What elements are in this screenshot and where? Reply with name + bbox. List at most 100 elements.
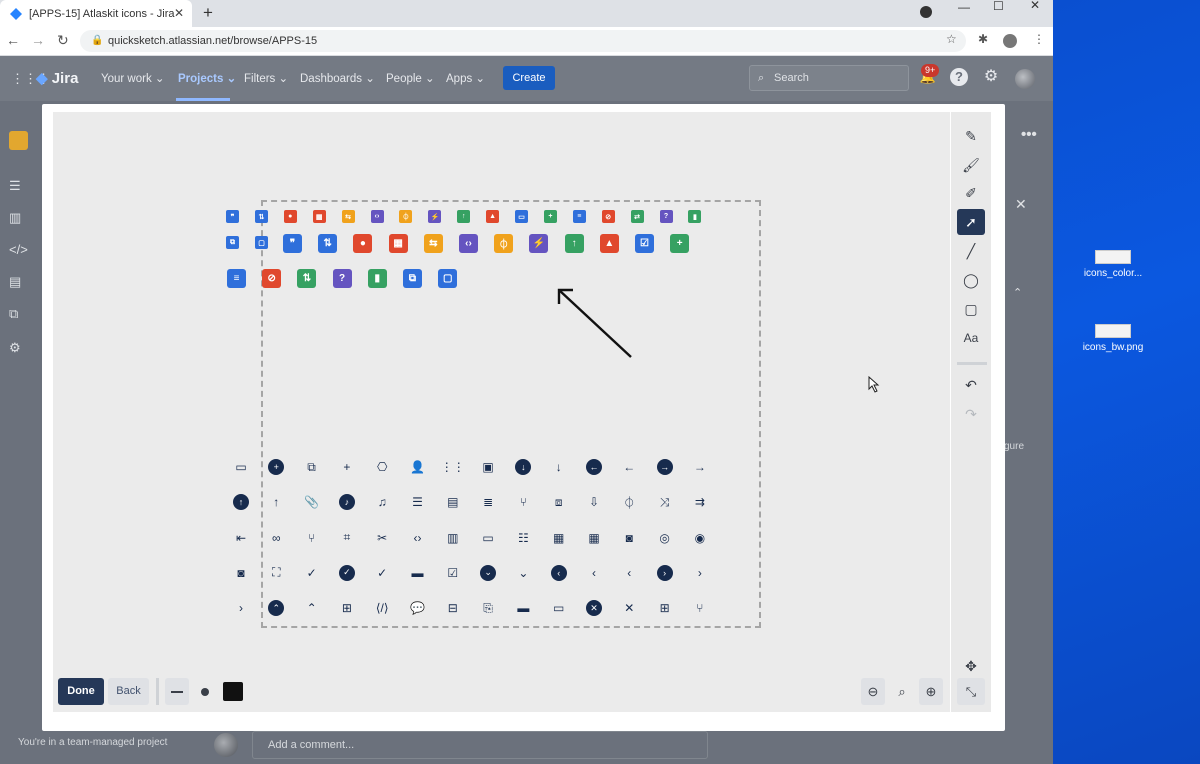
window-icon: ▭ — [235, 460, 247, 474]
roadmap-icon[interactable]: ☰ — [9, 178, 27, 196]
project-avatar[interactable] — [9, 131, 28, 150]
quote-icon: ❞ — [226, 210, 239, 223]
hexagon-icon: ⎔ — [376, 460, 388, 474]
component-icon: ⊟ — [447, 601, 458, 616]
file-label: icons_bw.png — [1082, 342, 1144, 353]
reload-icon[interactable]: ↻ — [57, 32, 69, 49]
nav-dashboards[interactable]: Dashboards ⌄ — [300, 71, 375, 85]
chevron-down-circle-icon: ⌄ — [480, 564, 497, 581]
arrow-tool-icon[interactable]: ➚ — [957, 209, 985, 235]
drawn-arrow[interactable] — [493, 282, 643, 392]
new-tab-button[interactable]: + — [203, 3, 213, 23]
bookmark-star-icon[interactable]: ☆ — [946, 32, 957, 46]
arrow-up-icon: ↑ — [564, 234, 584, 253]
calendar-icon: ▦ — [312, 210, 326, 223]
jira-logo[interactable]: ◆ Jira — [36, 69, 78, 87]
chevron-up-icon[interactable]: ⌃ — [1013, 286, 1022, 299]
menu-kebab-icon[interactable]: ⋮ — [1033, 32, 1045, 46]
plus-icon: + — [343, 460, 351, 474]
chevron-right-icon: › — [239, 601, 243, 616]
link-icon: ∞ — [272, 530, 281, 545]
arrow-right-circle-icon: → — [656, 459, 673, 475]
check-circle-outline-icon: ✓ — [306, 565, 317, 580]
browser-tab[interactable]: [APPS-15] Atlaskit icons - Jira ✕ — [0, 0, 192, 27]
maximize-icon[interactable]: ☐ — [993, 0, 1004, 13]
comment-input[interactable]: Add a comment... — [252, 731, 708, 759]
profile-icon[interactable] — [1003, 34, 1017, 48]
zoom-out-icon[interactable]: ⊖ — [861, 678, 885, 705]
color-swatch[interactable] — [223, 682, 243, 701]
file-label: icons_color... — [1083, 268, 1143, 279]
fit-screen-icon[interactable]: ⤡ — [957, 678, 985, 705]
project-settings-icon[interactable]: ⚙ — [9, 340, 27, 358]
selection-box[interactable] — [261, 200, 761, 628]
chevron-up-icon: ⌃ — [306, 601, 317, 616]
create-button[interactable]: Create — [503, 66, 555, 90]
url-input[interactable]: 🔒 quicksketch.atlassian.net/browse/APPS-… — [80, 30, 966, 52]
board-icon[interactable]: ▥ — [9, 210, 27, 228]
nav-label: People — [386, 73, 422, 85]
panel-close-icon[interactable]: ✕ — [1015, 196, 1027, 213]
grid-icon: ⋮⋮ — [440, 460, 465, 474]
arrow-right-icon: → — [693, 460, 706, 474]
pencil-tool-icon[interactable]: ✎ — [957, 123, 985, 149]
cross-icon: ✕ — [624, 601, 635, 616]
screen-icon: ▭ — [515, 210, 528, 223]
toolbar-divider — [957, 362, 987, 365]
zoom-reset-icon[interactable]: ⌕ — [890, 678, 914, 705]
brush-tool-icon[interactable]: 🖌 — [957, 152, 985, 178]
desktop-file-icons-bw[interactable]: icons_bw.png — [1078, 324, 1148, 353]
ellipse-tool-icon[interactable]: ◯ — [957, 267, 985, 293]
nav-apps[interactable]: Apps ⌄ — [446, 71, 485, 85]
commit-icon: ⏀ — [494, 234, 514, 253]
user-avatar[interactable] — [1015, 69, 1035, 89]
help-icon[interactable]: ? — [950, 68, 968, 86]
undo-icon[interactable]: ↶ — [957, 372, 985, 398]
zoom-in-icon[interactable]: ⊕ — [919, 678, 943, 705]
shuffle-icon: ⤨ — [659, 494, 670, 509]
highlighter-tool-icon[interactable]: ✐ — [957, 180, 985, 206]
move-canvas-icon[interactable]: ✥ — [957, 653, 985, 679]
branch-icon: ⑂ — [519, 495, 527, 510]
window-close-icon[interactable]: ✕ — [1030, 0, 1040, 12]
extensions-icon[interactable]: ✱ — [978, 32, 988, 46]
code-box-icon: ⌗ — [343, 530, 351, 545]
text-tool-icon[interactable]: Aa — [957, 325, 985, 351]
redo-icon[interactable]: ↷ — [957, 401, 985, 427]
branch-icon: ⇅ — [254, 210, 268, 223]
nav-projects[interactable]: Projects ⌄ — [178, 71, 236, 85]
back-arrow-icon[interactable]: ← — [6, 32, 20, 48]
medium-stroke-option[interactable] — [193, 678, 217, 705]
done-button[interactable]: Done — [58, 678, 104, 705]
search-input[interactable]: ⌕ Search — [749, 65, 909, 91]
configure-link[interactable]: gure — [1004, 441, 1024, 452]
drawing-canvas[interactable]: ❞ ⇅ ● ▦ ⇆ ‹› ⏀ ⚡ ↑ ▲ ▭ + ≡ ⊘ ⇄? ▮ ⧉ ▢ ❞ ⇅ ● ▦ ⇆ ‹› ⏀ ⚡ ↑ ▲ ☑ + ≡ ⊘ ⇅? ▮ ⧉ ▢… — [53, 112, 950, 682]
code-icon: ‹› — [413, 530, 422, 545]
branch-icon: ⇅ — [318, 234, 338, 253]
list-icon: ☷ — [518, 530, 529, 545]
nav-filters[interactable]: Filters ⌄ — [244, 71, 288, 85]
mouse-cursor-icon — [868, 376, 880, 393]
more-options-icon[interactable]: ••• — [1021, 126, 1037, 143]
profile-dropdown-icon[interactable] — [920, 6, 932, 18]
forward-arrow-icon[interactable]: → — [31, 32, 45, 48]
backlog-icon: ☰ — [412, 495, 423, 510]
nav-people[interactable]: People ⌄ — [386, 71, 435, 85]
lightning-icon: ⚡ — [428, 210, 442, 223]
desktop-file-icons-color[interactable]: icons_color... — [1078, 250, 1148, 279]
back-button[interactable]: Back — [108, 678, 149, 705]
tab-title: [APPS-15] Atlaskit icons - Jira — [29, 7, 175, 20]
square-icon: ▢ — [255, 236, 268, 249]
settings-gear-icon[interactable]: ⚙ — [982, 68, 1000, 86]
thin-stroke-option[interactable] — [165, 678, 189, 705]
commit-icon: ⏀ — [399, 210, 413, 223]
minimize-icon[interactable]: — — [958, 0, 970, 14]
add-shortcut-icon[interactable]: ⧉ — [9, 306, 27, 324]
record-icon: ● — [353, 234, 373, 253]
code-icon[interactable]: </> — [9, 242, 28, 260]
line-tool-icon[interactable]: ╱ — [957, 238, 985, 264]
pages-icon[interactable]: ▤ — [9, 274, 27, 292]
nav-your-work[interactable]: Your work ⌄ — [101, 71, 165, 85]
tab-close-icon[interactable]: ✕ — [174, 6, 184, 20]
rectangle-tool-icon[interactable]: ▢ — [957, 296, 985, 322]
